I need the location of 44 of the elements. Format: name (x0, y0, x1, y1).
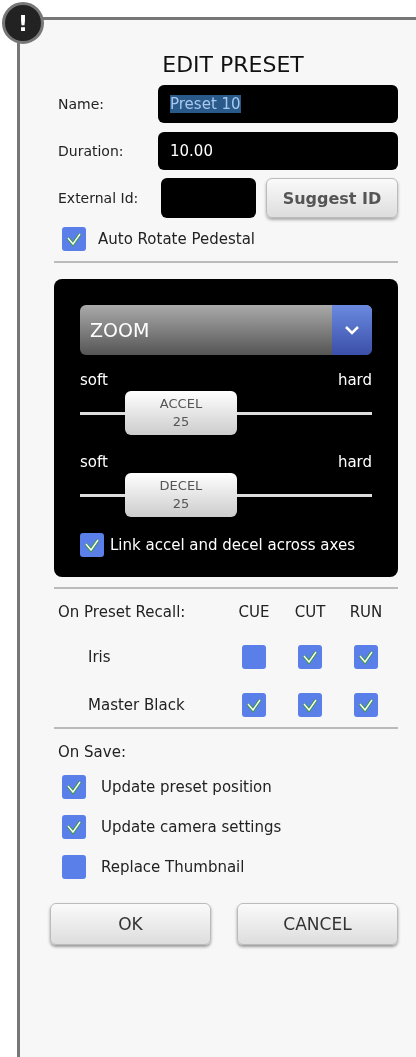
checkbox[interactable] (62, 775, 86, 799)
slider-thumb[interactable]: ACCEL 25 (125, 391, 237, 435)
slider-max-label: hard (337, 453, 372, 471)
checkbox[interactable] (298, 693, 322, 717)
checkbox-label: Replace Thumbnail (101, 858, 245, 876)
alert-badge: ! (2, 2, 44, 44)
slider-min-label: soft (80, 453, 108, 471)
column-header: CUE (237, 603, 271, 621)
checkbox[interactable] (354, 645, 378, 669)
slider-thumb[interactable]: DECEL 25 (125, 473, 237, 517)
input-field[interactable]: Preset 10 (158, 85, 398, 123)
checkbox[interactable] (62, 815, 86, 839)
checkbox[interactable] (62, 855, 86, 879)
checkbox[interactable] (354, 693, 378, 717)
field-label: Duration: (58, 143, 125, 159)
column-header: RUN (348, 603, 384, 621)
axis-dropdown[interactable]: ZOOM (80, 305, 372, 355)
checkbox-label: Update camera settings (101, 818, 282, 836)
slider-min-label: soft (80, 371, 108, 389)
input-field[interactable]: 10.00 (158, 132, 398, 170)
checkbox[interactable] (62, 227, 86, 251)
chevron-down-icon (332, 305, 372, 355)
checkbox-label: Link accel and decel across axes (110, 536, 355, 554)
ok-button[interactable]: OK (50, 903, 211, 945)
checkbox[interactable] (80, 533, 104, 557)
checkbox-label: Update preset position (101, 778, 272, 796)
row-label: Master Black (87, 696, 186, 714)
checkbox[interactable] (242, 693, 266, 717)
slider-max-label: hard (337, 371, 372, 389)
section-heading: On Save: (58, 743, 127, 761)
row-label: Iris (87, 648, 112, 666)
slider-track[interactable]: DECEL 25 (80, 473, 372, 519)
cancel-button[interactable]: CANCEL (237, 903, 398, 945)
dialog-title: EDIT PRESET (161, 52, 305, 77)
checkbox-label: Auto Rotate Pedestal (98, 230, 256, 248)
input-field[interactable] (161, 178, 256, 218)
suggest-id-button[interactable]: Suggest ID (266, 178, 398, 218)
checkbox[interactable] (298, 645, 322, 669)
slider-track[interactable]: ACCEL 25 (80, 391, 372, 437)
field-label: External Id: (58, 190, 140, 206)
checkbox[interactable] (242, 645, 266, 669)
section-heading: On Preset Recall: (58, 603, 187, 621)
column-header: CUT (293, 603, 327, 621)
field-label: Name: (58, 96, 106, 112)
